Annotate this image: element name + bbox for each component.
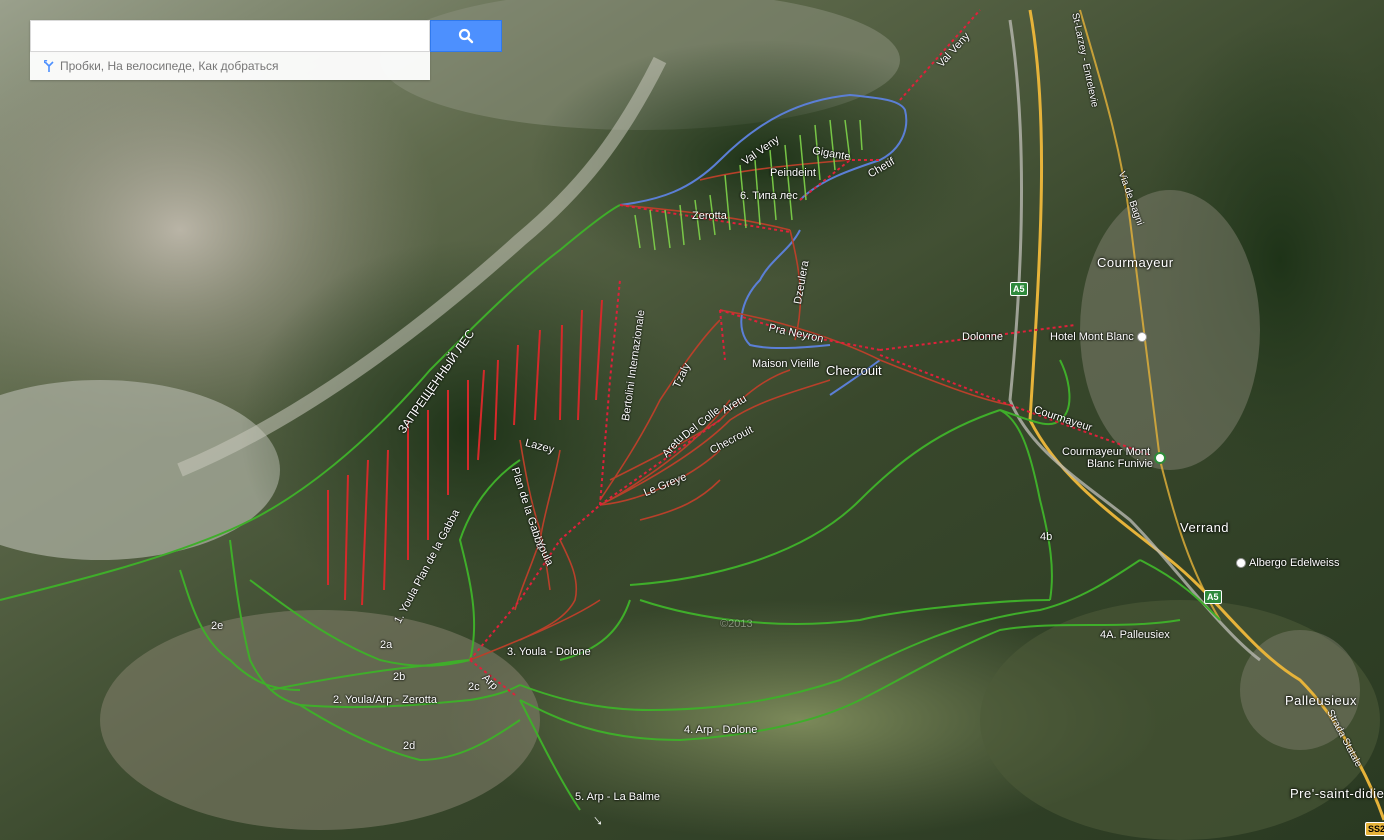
satellite-map[interactable] xyxy=(0,0,1384,840)
route-4a-label: 4A. Palleusiex xyxy=(1100,629,1170,641)
motorway-shield: A5 xyxy=(1204,590,1222,604)
dolonne-lift-label: Dolonne xyxy=(962,331,1003,343)
zerotta-label: Zerotta xyxy=(692,210,727,222)
maison-vieille-label: Maison Vieille xyxy=(752,358,820,370)
search-box[interactable] xyxy=(30,20,430,52)
route-2a-label: 2a xyxy=(380,639,393,651)
forest-area xyxy=(240,240,700,620)
poi-label: Courmayeur Mont xyxy=(1062,446,1151,458)
forest-type-label: 6. Типа лес xyxy=(740,190,798,202)
poi-albergo-edelweiss[interactable]: Albergo Edelweiss xyxy=(1236,557,1340,569)
directions-icon xyxy=(44,60,54,72)
town-verrand: Verrand xyxy=(1180,520,1230,535)
search-input[interactable] xyxy=(31,21,429,51)
hotel-icon xyxy=(1236,558,1246,568)
search-icon xyxy=(458,28,474,44)
hotel-icon xyxy=(1136,332,1147,342)
cable-car-icon[interactable] xyxy=(1154,452,1166,464)
route-2c-label: 2c xyxy=(468,681,480,693)
route-3-label: 3. Youla - Dolone xyxy=(507,646,591,658)
motorway-shield: A5 xyxy=(1010,282,1028,296)
town-courmayeur: Courmayeur xyxy=(1097,255,1174,270)
route-2d-label: 2d xyxy=(403,740,416,752)
poi-hotel-mont-blanc[interactable]: Hotel Mont Blanc xyxy=(1050,331,1150,343)
search-suggestions[interactable]: Пробки, На велосипеде, Как добраться xyxy=(30,52,430,80)
route-4-label: 4. Arp - Dolone xyxy=(684,724,758,736)
peindeint-label: Peindeint xyxy=(770,167,816,179)
poi-label: Hotel Mont Blanc xyxy=(1050,331,1134,343)
route-2-label: 2. Youla/Arp - Zerotta xyxy=(333,694,437,706)
map-watermark: ©2013 xyxy=(720,618,753,630)
poi-label: Blanc Funivie xyxy=(1087,458,1154,470)
checrouit-label: Checrouit xyxy=(826,363,882,378)
route-2e-label: 2e xyxy=(211,620,224,632)
poi-label: Albergo Edelweiss xyxy=(1249,557,1340,569)
route-2b-label: 2b xyxy=(393,671,406,683)
search-button[interactable] xyxy=(430,20,502,52)
route-5-label: 5. Arp - La Balme xyxy=(575,791,660,803)
route-4b-label: 4b xyxy=(1040,531,1053,543)
town-pre-saint-didier: Pre'-saint-didier xyxy=(1290,786,1384,801)
poi-funivie[interactable]: Courmayeur Mont Blanc Funivie xyxy=(1062,446,1153,470)
town-palleusieux: Palleusieux xyxy=(1285,693,1357,708)
road-shield: SS2 xyxy=(1365,822,1384,836)
town-area xyxy=(1080,190,1260,470)
suggestions-text[interactable]: Пробки, На велосипеде, Как добраться xyxy=(60,59,279,73)
